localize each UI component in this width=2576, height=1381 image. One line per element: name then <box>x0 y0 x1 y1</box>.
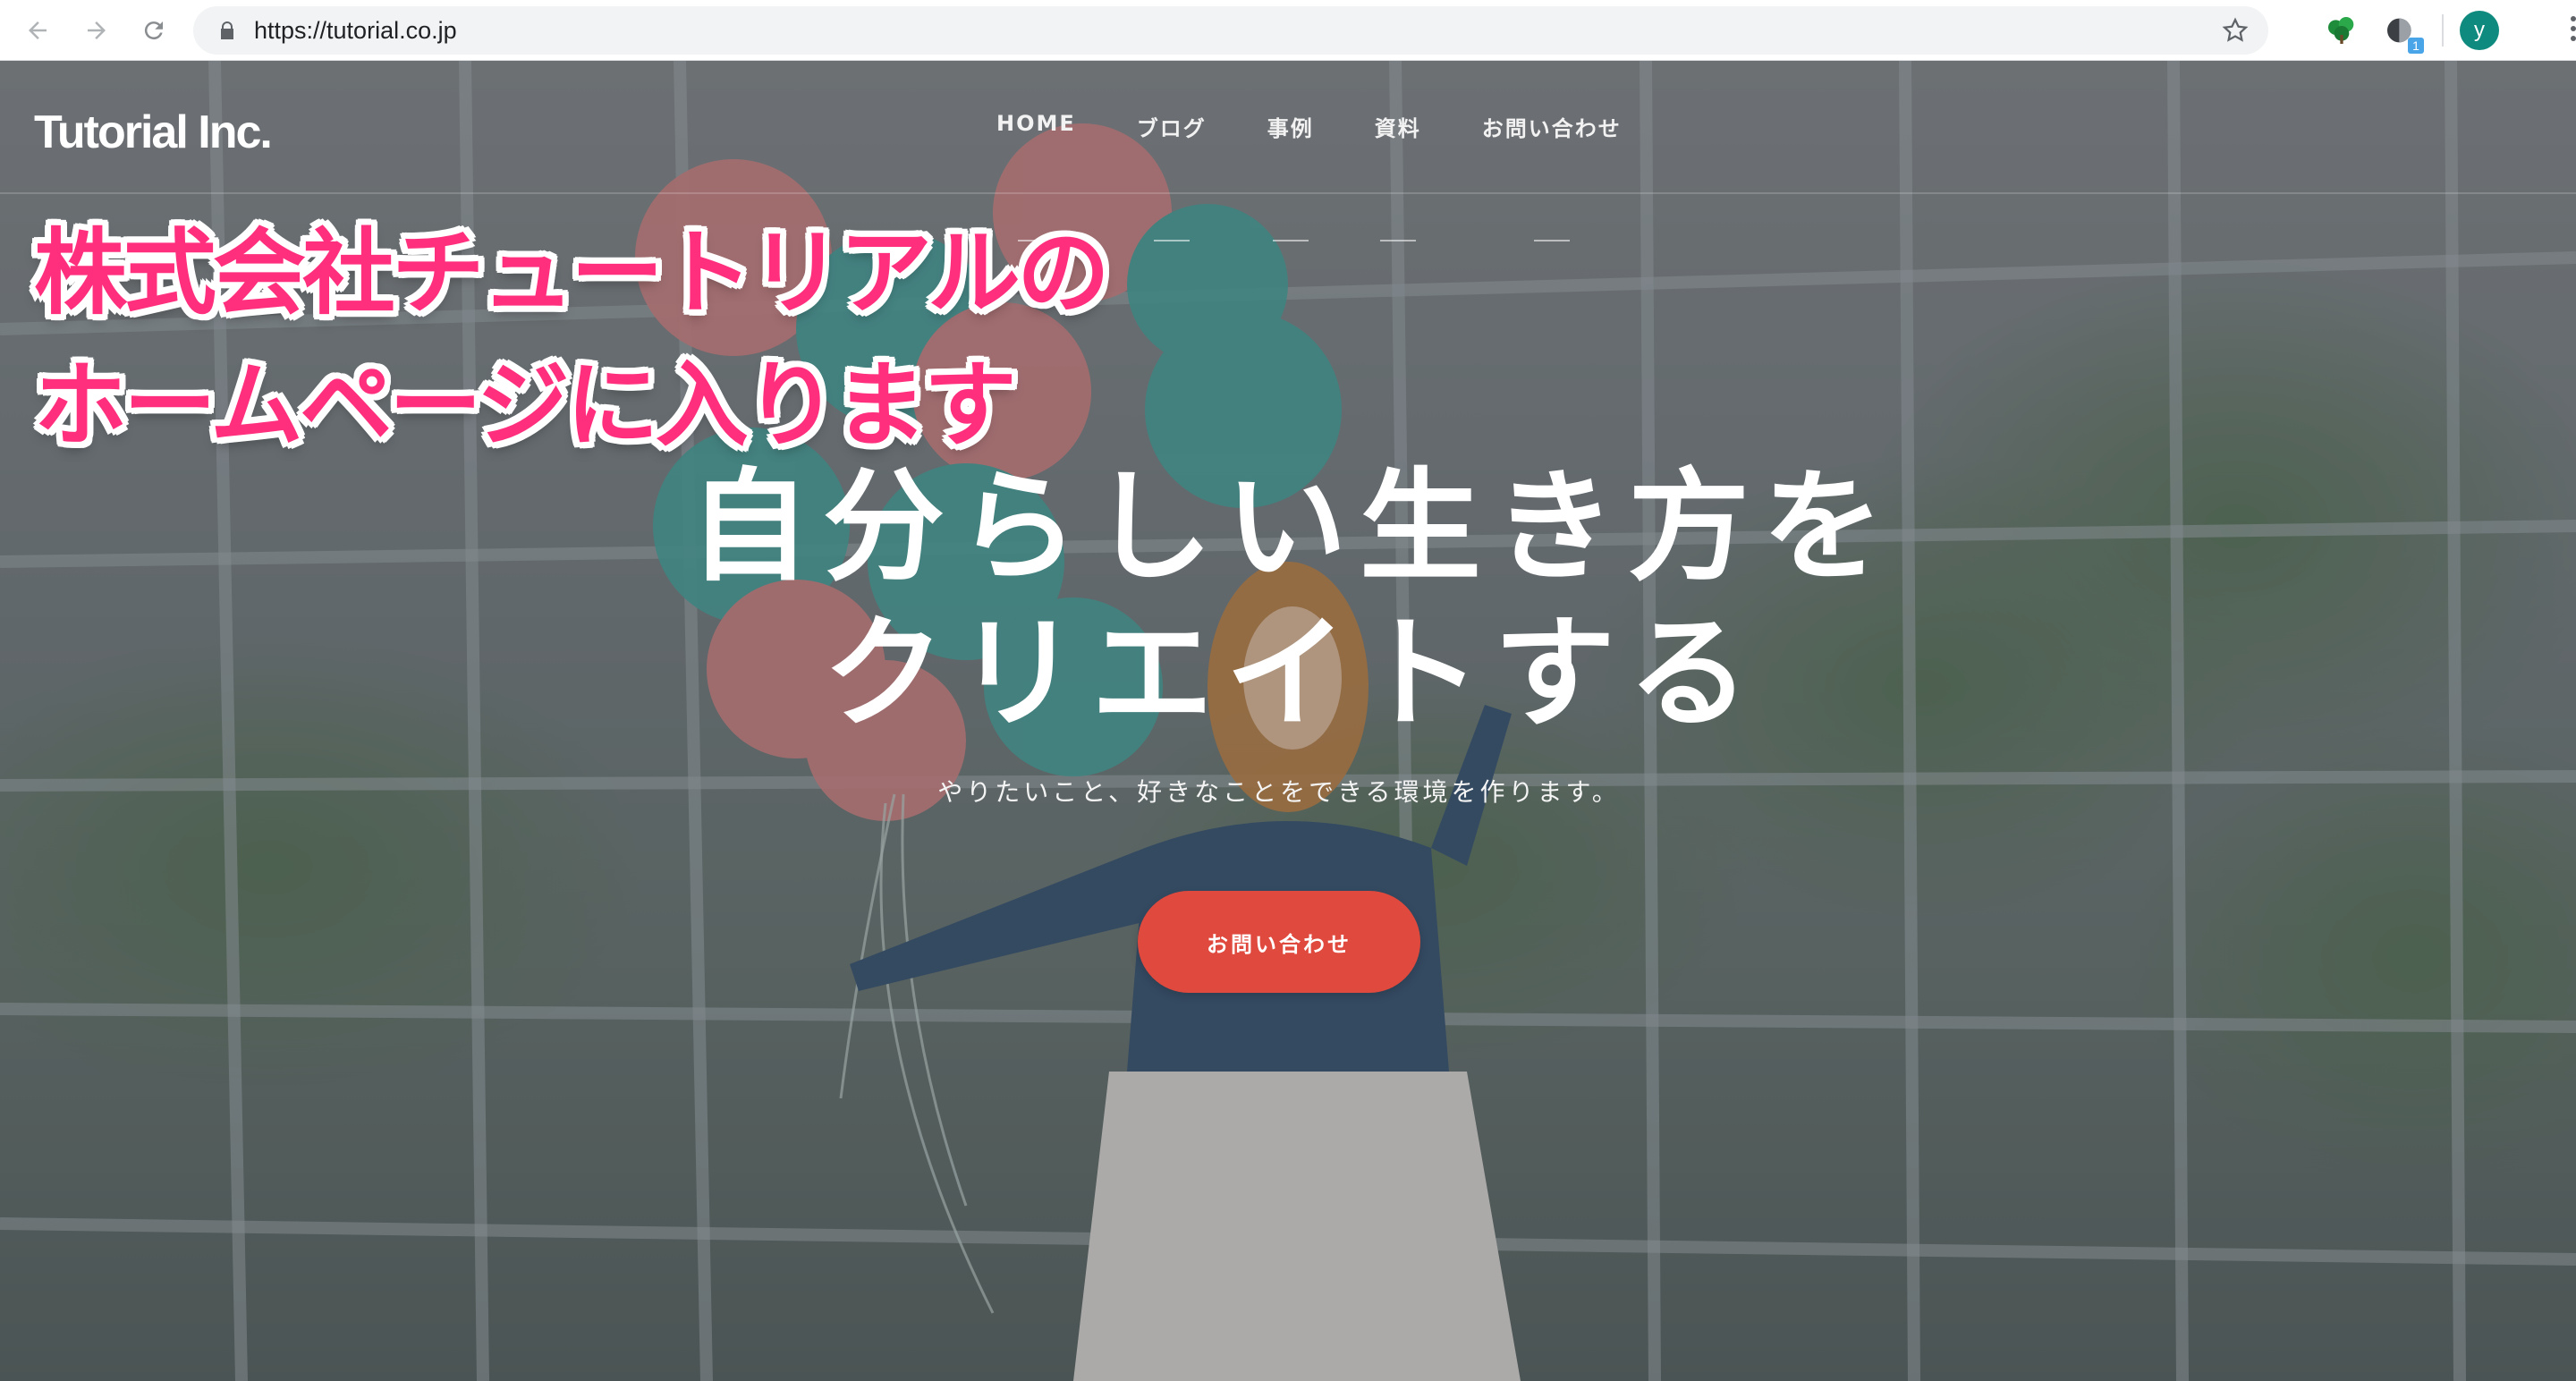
tree-extension-icon <box>2328 17 2354 44</box>
nav-item-materials[interactable]: 資料 <box>1344 111 1452 254</box>
url-text: https://tutorial.co.jp <box>254 17 457 44</box>
back-button[interactable] <box>20 13 55 48</box>
nav-underline <box>1272 240 1309 241</box>
nav-item-label: HOME <box>996 111 1076 136</box>
nav-item-blog[interactable]: ブログ <box>1106 111 1237 254</box>
toolbar-divider <box>2442 14 2444 47</box>
back-icon <box>29 21 47 39</box>
address-bar[interactable]: https://tutorial.co.jp <box>193 6 2268 55</box>
contact-button[interactable]: お問い合わせ <box>1138 891 1420 993</box>
annotation-line-2: ホームページに入ります <box>34 351 1017 460</box>
hero-subline: やりたいこと、好きなことをできる環境を作ります。 <box>937 777 1621 807</box>
site-logo[interactable]: Tutorial Inc. <box>34 106 273 159</box>
nav-underline <box>1379 240 1416 241</box>
nav-item-label: ブログ <box>1136 116 1207 141</box>
kebab-menu-icon[interactable] <box>2571 16 2576 45</box>
tree-extension-button[interactable] <box>2324 13 2360 48</box>
reload-button[interactable] <box>136 13 172 48</box>
nav-item-cases[interactable]: 事例 <box>1237 111 1344 254</box>
hero-section: Tutorial Inc. HOME ブログ 事例 資料 お問い合わせ 株式会社… <box>0 61 2576 1381</box>
lock-icon <box>221 21 233 39</box>
profile-avatar[interactable]: y <box>2460 11 2499 50</box>
nav-underline <box>1533 240 1570 241</box>
forward-icon <box>88 21 106 39</box>
extension-button[interactable]: 1 <box>2383 13 2424 54</box>
nav-item-contact[interactable]: お問い合わせ <box>1452 111 1652 254</box>
annotation-line-1: 株式会社チュートリアルの <box>34 218 1110 327</box>
star-icon[interactable] <box>2222 17 2249 44</box>
extension-badge: 1 <box>2408 38 2424 54</box>
hero-headline-line-1: 自分らしい生き方を <box>689 457 1896 598</box>
forward-button[interactable] <box>79 13 114 48</box>
reload-icon <box>144 21 163 40</box>
hero-headline-line-2: クリエイトする <box>823 604 1762 745</box>
nav-underline <box>1153 240 1190 241</box>
nav-item-label: 資料 <box>1374 116 1421 141</box>
nav-item-label: お問い合わせ <box>1481 116 1622 141</box>
hero-headline: 自分らしい生き方を クリエイトする <box>0 454 2576 748</box>
nav-item-label: 事例 <box>1267 116 1314 141</box>
browser-toolbar: https://tutorial.co.jp 1 y <box>0 0 2576 61</box>
